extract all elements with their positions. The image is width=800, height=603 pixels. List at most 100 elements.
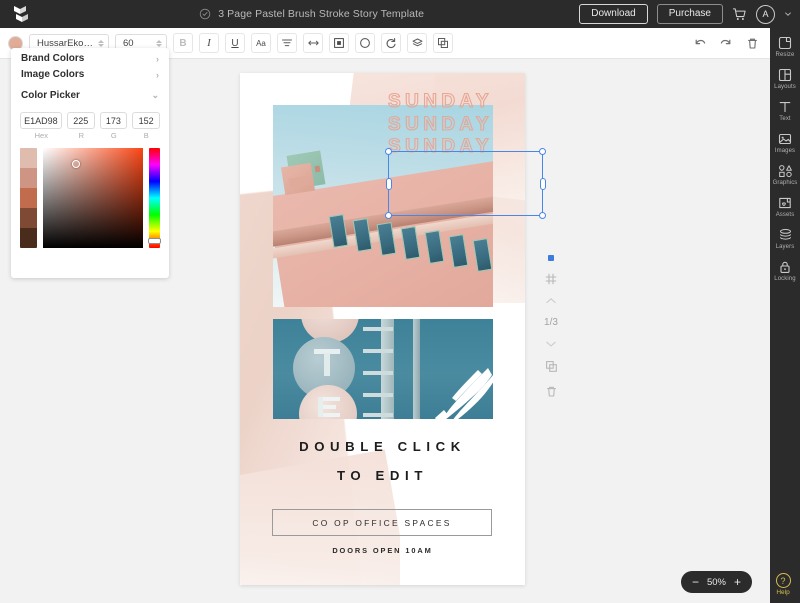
document-title-group: 3 Page Pastel Brush Stroke Story Templat… (44, 8, 579, 20)
trash-icon[interactable] (742, 33, 762, 53)
sidebar-item-layers[interactable]: Layers (770, 228, 800, 250)
sidebar-item-locking[interactable]: Locking (770, 260, 800, 282)
red-label: R (68, 131, 95, 140)
shade-swatch[interactable] (20, 228, 37, 248)
zoom-control: − 50% + (681, 571, 752, 593)
sidebar-item-resize[interactable]: Resize (770, 36, 800, 58)
delete-page-icon[interactable] (545, 385, 558, 398)
top-bar: 3 Page Pastel Brush Stroke Story Templat… (0, 0, 800, 28)
sidebar-label-layouts: Layouts (774, 84, 796, 90)
app-root: 3 Page Pastel Brush Stroke Story Templat… (0, 0, 800, 603)
chevron-right-icon: › (156, 54, 159, 64)
sidebar-label-assets: Assets (776, 212, 795, 218)
zoom-in-button[interactable]: + (734, 576, 741, 588)
green-label: G (100, 131, 127, 140)
white-brush-stroke (430, 368, 500, 428)
avatar[interactable]: A (756, 5, 775, 24)
sunday-line-1: SUNDAY (388, 91, 525, 114)
duplicate-page-icon[interactable] (545, 360, 558, 373)
design-page[interactable]: SUNDAY SUNDAY SUNDAY DOUBLE CLICK TO EDI… (240, 73, 525, 585)
zoom-level-value: 50% (707, 577, 726, 588)
right-sidebar: Resize Layouts Text Images (770, 28, 800, 603)
text-case-label: Aa (256, 39, 266, 48)
underline-button[interactable]: U (225, 33, 245, 53)
redo-icon[interactable] (716, 33, 736, 53)
bold-label: B (179, 38, 186, 49)
font-size-stepper-icon (156, 40, 162, 47)
italic-label: I (207, 37, 211, 49)
brand-colors-row[interactable]: Brand Colors › (11, 48, 169, 64)
zoom-out-button[interactable]: − (692, 576, 699, 588)
help-label: Help (776, 589, 789, 596)
sidebar-item-text[interactable]: Text (770, 100, 800, 122)
italic-button[interactable]: I (199, 33, 219, 53)
hue-slider[interactable] (149, 148, 160, 248)
headline-line-2[interactable]: TO EDIT (240, 468, 525, 483)
position-button[interactable] (329, 33, 349, 53)
chevron-down-icon[interactable] (545, 340, 557, 348)
sidebar-item-images[interactable]: Images (770, 132, 800, 154)
sidebar-item-graphics[interactable]: Graphics (770, 164, 800, 186)
hex-input[interactable]: E1AD98 (20, 112, 62, 129)
resize-handle-top-right[interactable] (539, 148, 546, 155)
image-colors-row[interactable]: Image Colors › (11, 64, 169, 85)
text-case-button[interactable]: Aa (251, 33, 271, 53)
text-align-button[interactable] (277, 33, 297, 53)
picker-body (11, 140, 169, 258)
shade-swatch[interactable] (20, 148, 37, 168)
chevron-right-icon: › (156, 70, 159, 80)
sidebar-item-assets[interactable]: Assets (770, 196, 800, 218)
top-bar-actions: Download Purchase A (579, 4, 800, 24)
brand-logo-icon[interactable] (0, 0, 44, 28)
headline-line-1[interactable]: DOUBLE CLICK (240, 439, 525, 454)
page-navigation: 1/3 (540, 255, 562, 398)
shade-swatch[interactable] (20, 168, 37, 188)
color-picker-panel: Brand Colors › Image Colors › Color Pick… (11, 48, 169, 278)
blue-label: B (133, 131, 160, 140)
rotate-button[interactable] (381, 33, 401, 53)
font-size-value: 60 (123, 38, 152, 49)
shade-swatches[interactable] (20, 148, 37, 248)
chevron-up-icon[interactable] (545, 297, 557, 305)
sunday-line-3: SUNDAY (388, 136, 525, 159)
sidebar-label-graphics: Graphics (773, 180, 798, 186)
layers-button[interactable] (407, 33, 427, 53)
sidebar-label-resize: Resize (776, 52, 795, 58)
question-mark-icon: ? (776, 573, 791, 588)
red-input[interactable]: 225 (67, 112, 95, 129)
footer-caption[interactable]: DOORS OPEN 10AM (240, 546, 525, 555)
chevron-down-icon[interactable] (784, 10, 792, 18)
image-colors-label: Image Colors (21, 69, 84, 80)
sidebar-label-locking: Locking (774, 276, 795, 282)
saturation-value-field[interactable] (43, 148, 143, 248)
sidebar-item-layouts[interactable]: Layouts (770, 68, 800, 90)
duplicate-button[interactable] (433, 33, 453, 53)
page-counter: 1/3 (544, 317, 558, 328)
sidebar-label-images: Images (775, 148, 795, 154)
shade-swatch[interactable] (20, 208, 37, 228)
grid-view-icon[interactable] (545, 273, 557, 285)
green-input[interactable]: 173 (100, 112, 128, 129)
resize-handle-bottom-right[interactable] (539, 212, 546, 219)
color-value-fields: E1AD98 225 173 152 (11, 106, 169, 129)
download-button[interactable]: Download (579, 4, 647, 24)
blue-input[interactable]: 152 (132, 112, 160, 129)
boxed-subtitle[interactable]: CO OP OFFICE SPACES (272, 509, 492, 536)
shade-swatch[interactable] (20, 188, 37, 208)
check-circle-icon (199, 8, 211, 20)
sunday-text-block[interactable]: SUNDAY SUNDAY SUNDAY (388, 91, 525, 159)
letter-spacing-button[interactable] (303, 33, 323, 53)
hue-slider-handle[interactable] (148, 238, 161, 244)
bold-button[interactable]: B (173, 33, 193, 53)
sidebar-label-layers: Layers (776, 244, 795, 250)
resize-handle-middle-right[interactable] (540, 178, 546, 190)
page-indicator-dot[interactable] (548, 255, 554, 261)
help-button[interactable]: ? Help (770, 573, 796, 596)
shopping-cart-icon[interactable] (732, 7, 747, 22)
opacity-button[interactable] (355, 33, 375, 53)
purchase-button[interactable]: Purchase (657, 4, 723, 24)
page-title: 3 Page Pastel Brush Stroke Story Templat… (218, 8, 424, 20)
undo-icon[interactable] (690, 33, 710, 53)
color-picker-row[interactable]: Color Picker ⌄ (11, 85, 169, 106)
saturation-value-handle[interactable] (72, 160, 80, 168)
